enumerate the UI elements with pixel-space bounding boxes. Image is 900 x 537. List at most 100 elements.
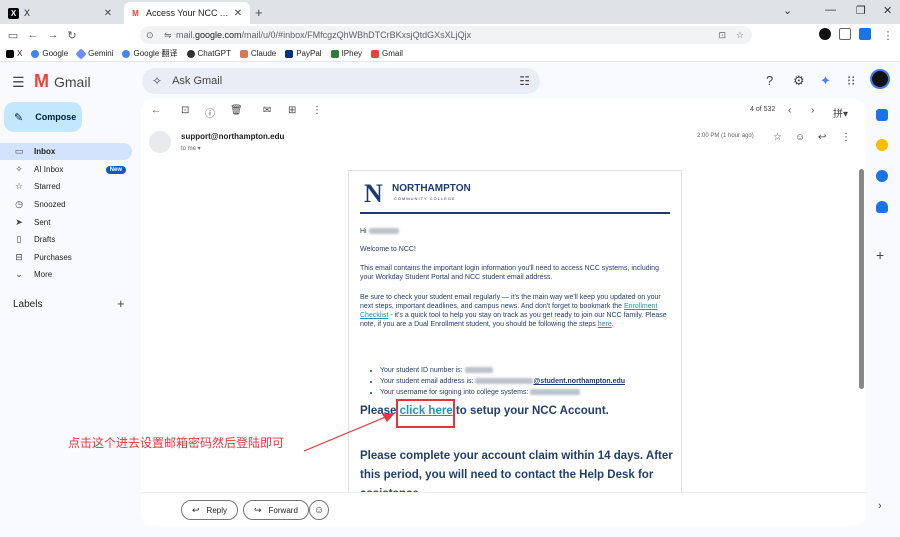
minimize-icon[interactable]: — bbox=[825, 4, 836, 16]
message-more-icon[interactable]: ⋮ bbox=[841, 132, 851, 143]
help-icon[interactable]: ? bbox=[766, 73, 773, 88]
mark-unread-icon[interactable]: ✉ bbox=[263, 105, 271, 116]
settings-gear-icon[interactable]: ⚙ bbox=[793, 73, 805, 89]
student-email-domain[interactable]: @student.northampton.edu bbox=[533, 378, 625, 385]
x-logo-icon bbox=[6, 49, 14, 58]
bookmark-gmail[interactable]: Gmail bbox=[371, 49, 403, 58]
forward-icon[interactable]: → bbox=[45, 27, 61, 43]
google-icon bbox=[122, 49, 131, 58]
delete-icon[interactable]: 🗑 bbox=[230, 105, 243, 116]
back-to-inbox-icon[interactable]: ← bbox=[151, 105, 161, 116]
gmail-logo[interactable]: M Gmail bbox=[34, 71, 91, 92]
main-menu-icon[interactable]: ☰ bbox=[12, 74, 25, 91]
more-options-icon[interactable]: ⋮ bbox=[312, 105, 322, 116]
contacts-icon[interactable] bbox=[876, 201, 888, 213]
bookmark-google-translate[interactable]: Google 翻译 bbox=[122, 48, 178, 59]
bookmark-gemini[interactable]: Gemini bbox=[75, 47, 113, 60]
search-bar[interactable]: ✧ ☷ bbox=[142, 68, 540, 94]
input-tools-icon[interactable]: 拼▾ bbox=[833, 105, 848, 120]
sidebar-item-label: AI Inbox bbox=[34, 165, 64, 174]
annotation-text: 点击这个进去设置邮箱密码然后登陆即可 bbox=[68, 436, 285, 450]
install-app-icon[interactable]: ⊡ bbox=[718, 30, 726, 41]
menu-dots-icon[interactable]: ⋮ bbox=[880, 27, 896, 43]
welcome-line: Welcome to NCC! bbox=[360, 246, 416, 253]
list-item: Your student email address is: @student.… bbox=[380, 376, 625, 387]
sidebar-item-snoozed[interactable]: ◷ Snoozed bbox=[0, 196, 132, 213]
tasks-icon[interactable] bbox=[876, 170, 888, 182]
search-input[interactable] bbox=[172, 75, 473, 87]
star-message-icon[interactable]: ☆ bbox=[773, 132, 782, 143]
clock-icon: ◷ bbox=[15, 199, 23, 209]
sidebar-item-inbox[interactable]: ▭ Inbox bbox=[0, 143, 132, 160]
gemini-icon[interactable]: ✦ bbox=[820, 73, 831, 89]
reload-icon[interactable]: ↻ bbox=[64, 27, 80, 43]
browser-tab-strip: X X ✕ M Access Your NCC Account No ✕ + ⌄… bbox=[0, 0, 900, 24]
sender-avatar[interactable] bbox=[149, 131, 171, 153]
gmail-m-icon: M bbox=[34, 71, 49, 91]
older-icon[interactable]: › bbox=[811, 105, 814, 116]
bookmark-chatgpt[interactable]: ChatGPT bbox=[186, 49, 231, 58]
back-icon[interactable]: ← bbox=[25, 27, 41, 43]
account-avatar[interactable] bbox=[870, 69, 890, 89]
newer-icon[interactable]: ‹ bbox=[788, 105, 791, 116]
tune-icon[interactable]: ⇋ bbox=[164, 30, 172, 41]
chatgpt-icon bbox=[186, 49, 195, 58]
restore-icon[interactable]: ❐ bbox=[856, 4, 866, 17]
dual-enrollment-here-link[interactable]: here bbox=[598, 321, 612, 328]
move-to-icon[interactable]: ⊞ bbox=[288, 105, 296, 116]
sidebar-toggle-icon[interactable]: ▭ bbox=[5, 27, 21, 43]
bookmark-iphey[interactable]: IPhey bbox=[330, 49, 362, 58]
reply-icon[interactable]: ↩ bbox=[818, 132, 826, 143]
new-tab-button[interactable]: + bbox=[255, 5, 263, 20]
extension-icon[interactable] bbox=[819, 28, 831, 40]
search-options-icon[interactable]: ☷ bbox=[519, 74, 530, 88]
add-reaction-icon[interactable]: ☺ bbox=[795, 132, 805, 143]
gmail-icon: M bbox=[132, 8, 139, 18]
extensions-puzzle-icon[interactable] bbox=[839, 28, 851, 40]
sidebar-item-more[interactable]: ⌄ More bbox=[0, 266, 132, 283]
add-label-icon[interactable]: + bbox=[117, 296, 125, 311]
report-spam-icon[interactable]: ⓘ bbox=[205, 105, 215, 120]
tab-gmail[interactable]: M Access Your NCC Account No ✕ bbox=[124, 2, 250, 24]
scrollbar[interactable] bbox=[859, 169, 864, 389]
tab-search-icon[interactable]: ⌄ bbox=[783, 4, 792, 17]
tab-x[interactable]: X X ✕ bbox=[2, 2, 120, 24]
address-bar[interactable]: ⊙ ⇋ mail.google.com/mail/u/0/#inbox/FMfc… bbox=[140, 26, 752, 44]
sidebar-item-purchases[interactable]: ⊟ Purchases bbox=[0, 249, 132, 266]
forward-button[interactable]: ↪ Forward bbox=[243, 500, 309, 520]
reply-bar: ↩ Reply ↪ Forward ☺ bbox=[141, 492, 866, 526]
sidebar-item-starred[interactable]: ☆ Starred bbox=[0, 178, 132, 195]
search-sparkle-icon[interactable]: ✧ bbox=[152, 74, 162, 88]
bookmark-google[interactable]: Google bbox=[31, 49, 68, 58]
sender-address[interactable]: support@northampton.edu bbox=[181, 132, 284, 141]
reply-label: Reply bbox=[206, 505, 227, 515]
site-info-icon[interactable]: ⊙ bbox=[146, 30, 154, 41]
account-details-list: Your student ID number is: Your student … bbox=[378, 365, 625, 398]
window-close-icon[interactable]: ✕ bbox=[883, 4, 892, 17]
bookmark-star-icon[interactable]: ☆ bbox=[736, 30, 744, 41]
calendar-icon[interactable] bbox=[876, 109, 888, 121]
sidebar-item-sent[interactable]: ➤ Sent bbox=[0, 214, 132, 231]
expand-side-panel-icon[interactable]: › bbox=[878, 500, 882, 512]
bookmark-paypal[interactable]: PayPal bbox=[285, 49, 322, 58]
recipient-toggle[interactable]: to me ▾ bbox=[181, 145, 201, 152]
emoji-reaction-button[interactable]: ☺ bbox=[309, 500, 329, 520]
close-icon[interactable]: ✕ bbox=[102, 8, 114, 19]
close-icon[interactable]: ✕ bbox=[232, 8, 244, 19]
sidebar-item-ai-inbox[interactable]: ✧ AI Inbox New bbox=[0, 161, 132, 178]
new-badge: New bbox=[105, 165, 126, 174]
archive-icon[interactable]: ⊡ bbox=[181, 105, 189, 116]
compose-button[interactable]: ✎ Compose bbox=[4, 102, 82, 132]
profile-extension-icon[interactable] bbox=[859, 28, 871, 40]
sidebar-item-drafts[interactable]: ▯ Drafts bbox=[0, 231, 132, 248]
bookmark-x[interactable]: X bbox=[6, 49, 22, 58]
add-addon-icon[interactable]: + bbox=[876, 247, 884, 263]
keep-icon[interactable] bbox=[876, 139, 888, 151]
bookmark-paragraph: Be sure to check your student email regu… bbox=[360, 294, 667, 328]
message-panel: ← ⊡ ⓘ 🗑 ✉ ⊞ ⋮ 4 of 532 ‹ › 拼▾ support@no… bbox=[141, 99, 866, 526]
annotation-highlight-box bbox=[396, 399, 455, 428]
bookmark-claude[interactable]: Claude bbox=[239, 49, 276, 58]
apps-grid-icon[interactable]: ⁝⁝ bbox=[847, 73, 855, 89]
reply-button[interactable]: ↩ Reply bbox=[181, 500, 238, 520]
app-name: Gmail bbox=[54, 73, 91, 90]
